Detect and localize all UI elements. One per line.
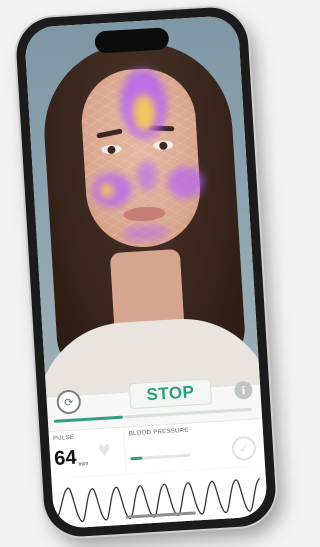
pulse-label: PULSE — [52, 434, 75, 442]
camera-preview — [23, 14, 261, 398]
app-screen: ⟳ STOP i PULSE 64 bpm ♥ BLOOD PRESSURE ✓ — [23, 14, 269, 530]
scan-progress-fill — [53, 415, 124, 423]
blood-pressure-card[interactable]: BLOOD PRESSURE ✓ — [124, 419, 266, 474]
camera-switch-icon[interactable]: ⟳ — [56, 389, 82, 415]
info-icon[interactable]: i — [233, 380, 253, 400]
stop-button[interactable]: STOP — [128, 378, 213, 410]
checkmark-icon: ✓ — [231, 435, 257, 462]
pulse-unit: bpm — [78, 460, 89, 468]
blood-pressure-progress — [130, 453, 191, 461]
pulse-value: 64 — [53, 446, 78, 470]
promo-stage: ⟳ STOP i PULSE 64 bpm ♥ BLOOD PRESSURE ✓ — [0, 0, 298, 547]
blood-pressure-progress-fill — [130, 456, 143, 461]
camera-notch — [94, 27, 170, 54]
pulse-card[interactable]: PULSE 64 bpm ♥ — [48, 427, 126, 479]
blood-pressure-label: BLOOD PRESSURE — [128, 427, 189, 438]
phone-frame: ⟳ STOP i PULSE 64 bpm ♥ BLOOD PRESSURE ✓ — [14, 5, 278, 539]
heart-icon: ♥ — [96, 436, 112, 463]
